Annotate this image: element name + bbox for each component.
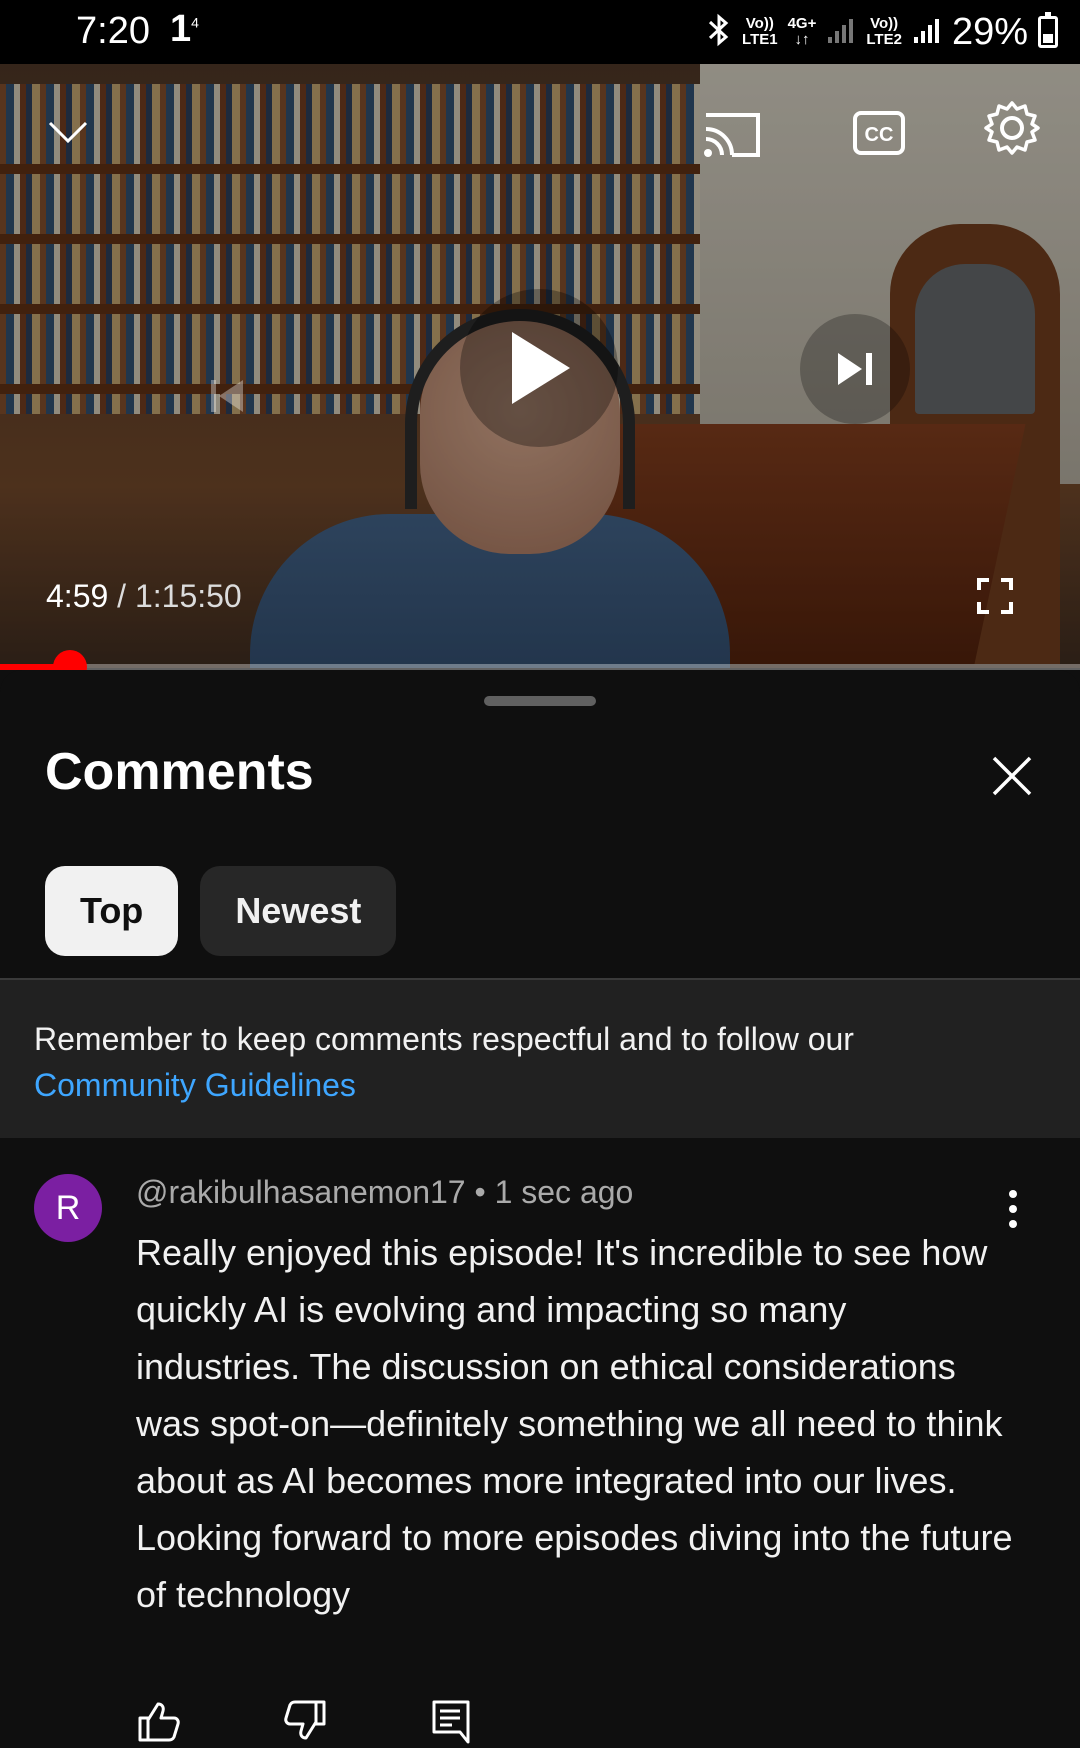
sort-chip-newest[interactable]: Newest (200, 866, 397, 956)
network-2-label: Vo)) LTE2 (866, 15, 902, 48)
notice-text: Remember to keep comments respectful and… (34, 1021, 854, 1057)
bluetooth-icon (706, 13, 732, 52)
comment-text: Really enjoyed this episode! It's incred… (136, 1232, 1013, 1615)
video-time: 4:59 / 1:15:50 (46, 578, 242, 614)
reply-icon[interactable] (428, 1698, 474, 1744)
closed-captions-icon[interactable]: CC (850, 104, 908, 162)
signal-1-icon (826, 15, 856, 50)
cast-icon[interactable] (700, 102, 764, 166)
gear-icon[interactable] (982, 98, 1042, 158)
comment-meta: @rakibulhasanemon17 • 1 sec ago (136, 1174, 634, 1210)
network-type-label: 4G+ ↓↑ (787, 15, 817, 48)
sort-chips: Top Newest (45, 866, 397, 956)
status-icons: Vo)) LTE1 4G+ ↓↑ Vo)) LTE2 29% (706, 8, 1058, 56)
fullscreen-icon[interactable] (975, 576, 1015, 616)
status-bar: 7:20 14 Vo)) LTE1 4G+ ↓↑ Vo)) LTE2 29% (0, 0, 1080, 64)
community-guidelines-link[interactable]: Community Guidelines (34, 1062, 1046, 1108)
video-player[interactable]: CC 4:59 / 1:15:50 (0, 64, 1080, 668)
avatar[interactable]: R (34, 1174, 102, 1242)
comment-author[interactable]: @rakibulhasanemon17 (136, 1174, 466, 1210)
drag-handle[interactable] (484, 696, 596, 706)
status-time: 7:20 (76, 10, 150, 52)
comments-title: Comments (45, 743, 314, 801)
comments-panel: Comments Top Newest Remember to keep com… (0, 670, 1080, 1748)
battery-icon (1038, 12, 1058, 48)
thumbs-up-icon[interactable] (136, 1698, 182, 1744)
comment-actions (136, 1698, 474, 1744)
chevron-down-icon[interactable] (40, 104, 96, 160)
thumbs-down-icon[interactable] (282, 1698, 328, 1744)
battery-percent: 29% (951, 10, 1028, 53)
current-time: 4:59 (46, 578, 109, 614)
comment-time: 1 sec ago (494, 1174, 634, 1210)
sort-chip-top[interactable]: Top (45, 866, 179, 956)
previous-icon[interactable] (195, 364, 259, 428)
close-icon[interactable] (988, 752, 1036, 800)
svg-text:CC: CC (865, 124, 894, 146)
video-duration: 1:15:50 (134, 578, 242, 614)
next-icon[interactable] (800, 314, 910, 424)
play-icon[interactable] (460, 289, 618, 447)
guidelines-notice: Remember to keep comments respectful and… (0, 980, 1080, 1138)
signal-2-icon (912, 15, 942, 50)
network-1-label: Vo)) LTE1 (742, 15, 778, 48)
status-notification: 14 (170, 8, 199, 50)
